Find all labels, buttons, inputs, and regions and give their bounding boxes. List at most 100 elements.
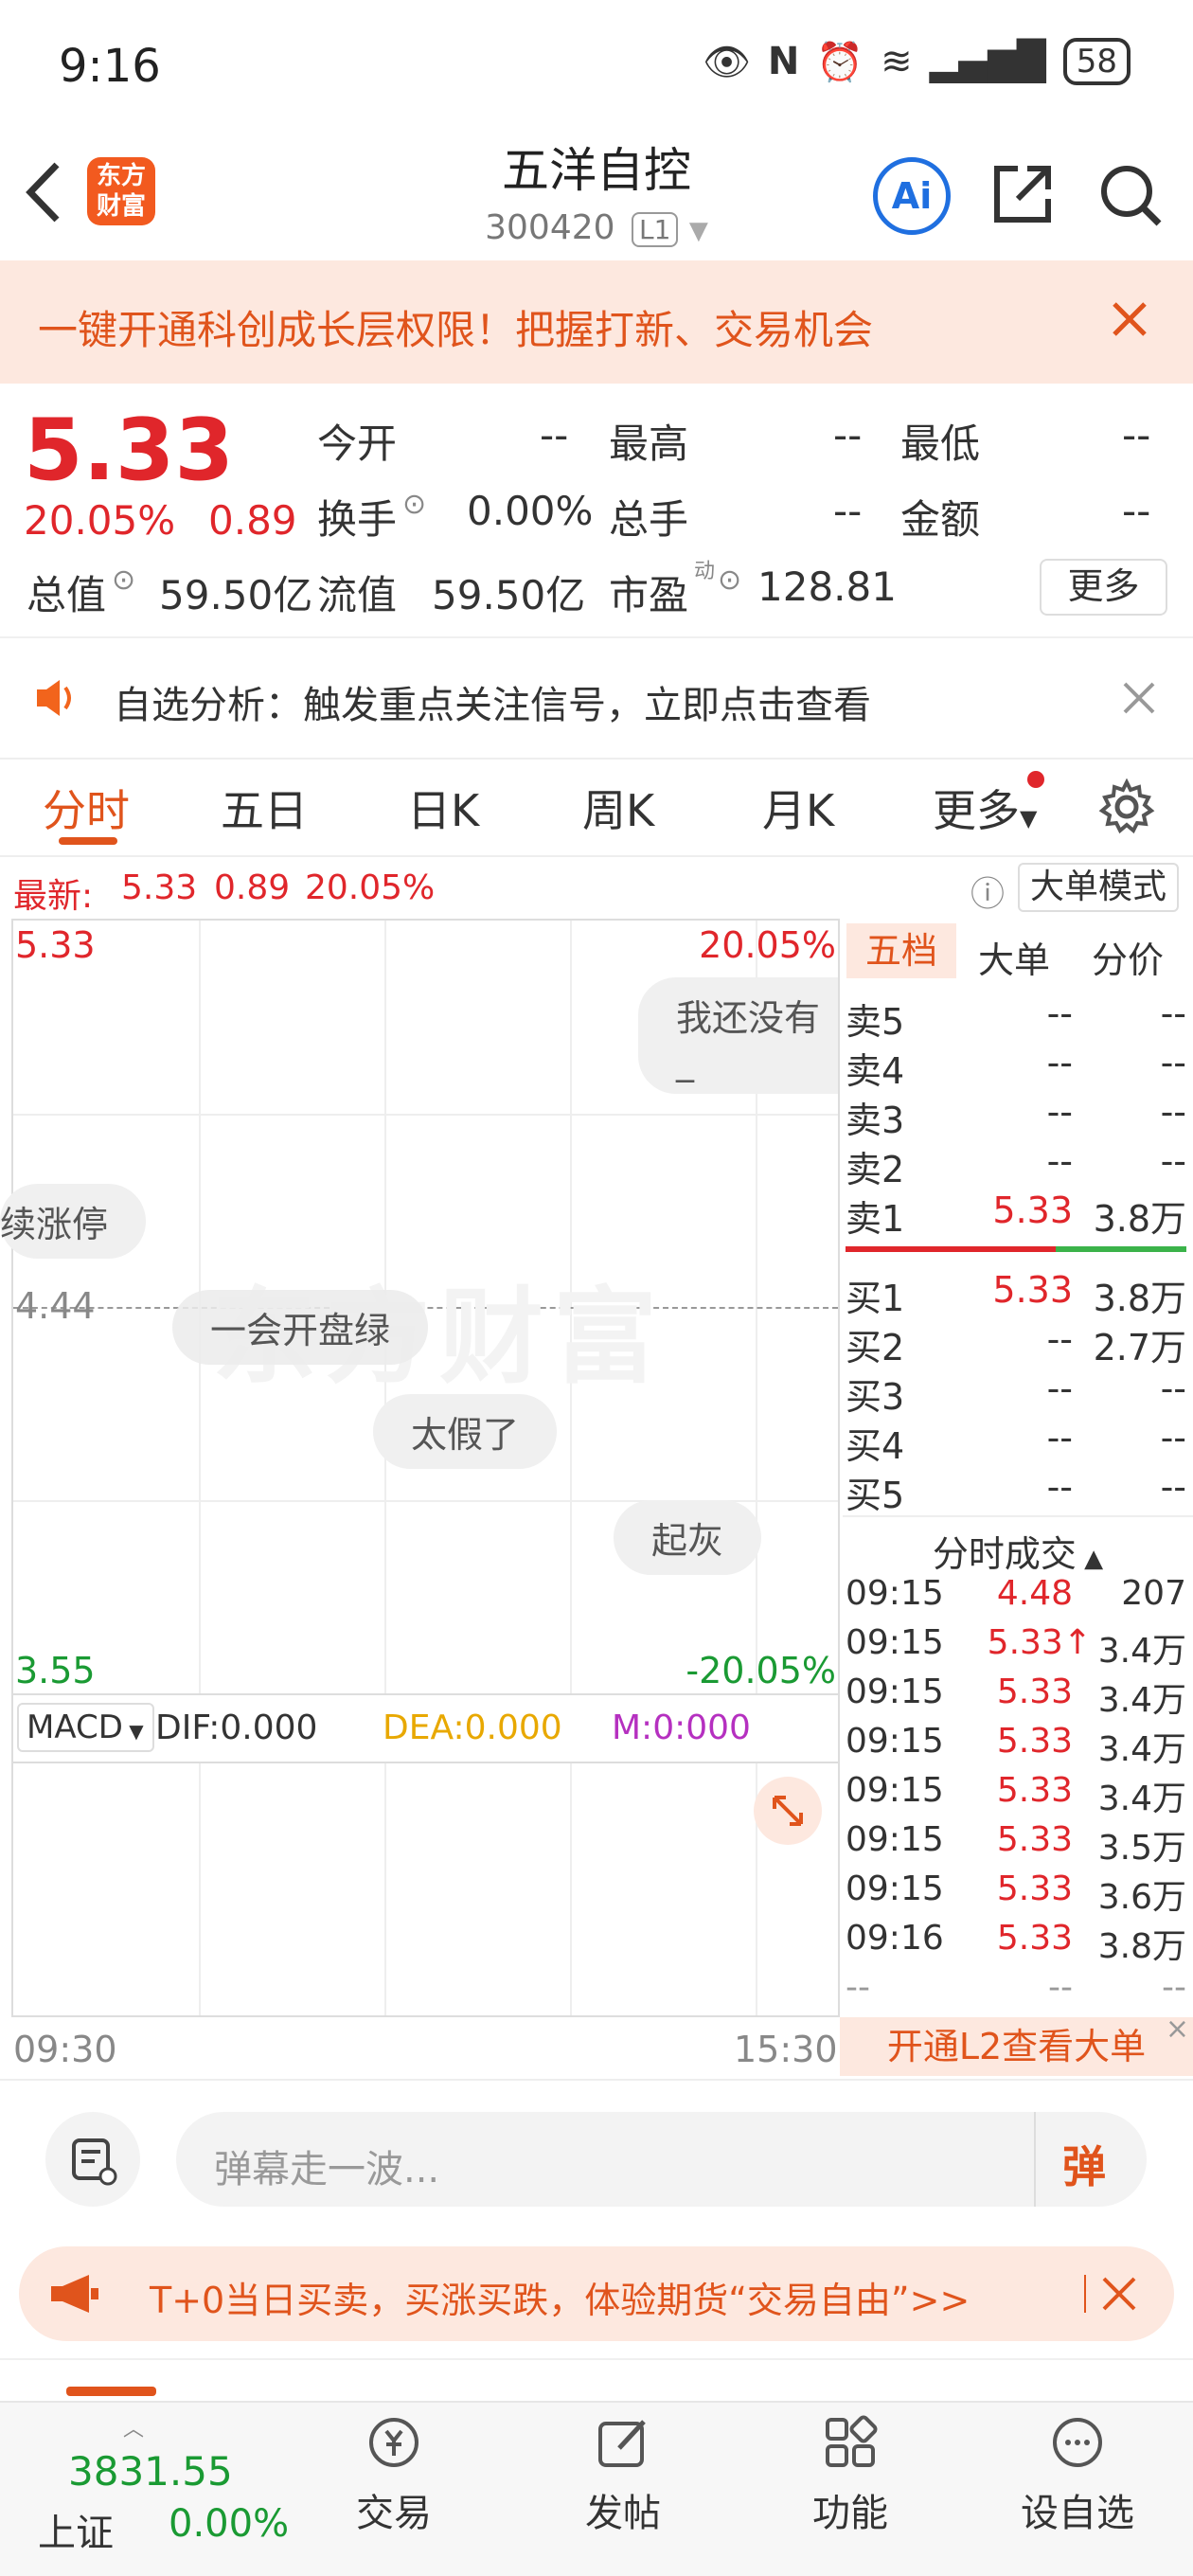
analysis-notice[interactable]: 自选分析：触发重点关注信号，立即点击查看 (0, 636, 1193, 758)
comment-bar: 弹幕走一波... 弹 (0, 2079, 1193, 2240)
triangle-up-icon: ▲ (1076, 1545, 1104, 1573)
tab-five-day[interactable]: 五日 (221, 777, 308, 839)
l2-promo-button[interactable]: 开通L2查看大单 × (840, 2012, 1193, 2076)
nav-add-watchlist[interactable]: 设自选 (1002, 2412, 1153, 2537)
quote-panel: 5.33 20.05% 0.89 今开 -- 最高 -- 最低 -- 换手 ⊙ … (0, 384, 1193, 635)
nfc-icon: N (767, 40, 800, 83)
orderbook-tabs: 五档 大单 分价 (843, 923, 1193, 983)
info-icon[interactable]: ⊙ (718, 564, 741, 597)
speaker-icon (33, 676, 80, 720)
eye-icon: 👁 (703, 40, 751, 84)
danmaku-bubble: 起灰 (614, 1500, 762, 1575)
index-widget[interactable]: ︿ 3831.55 上证 0.00% (19, 2412, 289, 2573)
ticks-title[interactable]: 分时成交 ▲ (843, 1515, 1193, 1577)
close-icon[interactable] (1100, 2275, 1138, 2313)
status-bar: 9:16 👁 N ⏰ ≋ ▂▄▆█ 58 (0, 0, 1193, 133)
mid-price-label: 4.44 (15, 1285, 96, 1327)
tab-big-order[interactable]: 大单 (978, 931, 1050, 983)
danmaku-bubble: 太假了 (373, 1394, 558, 1469)
chart-info-row: 最新: 5.33 0.89 20.05% ⓘ 大单模式 (0, 857, 1193, 919)
danmaku-bubble: 我还没有_ (638, 977, 838, 1094)
more-button[interactable]: 更多 (1040, 559, 1167, 616)
close-icon[interactable]: × (1166, 2000, 1189, 2059)
permission-banner[interactable]: 一键开通科创成长层权限！把握打新、交易机会 (0, 260, 1193, 384)
wifi-icon: ≋ (881, 40, 913, 83)
tab-price-split[interactable]: 分价 (1092, 931, 1164, 983)
signal-icon: ▂▄▆█ (929, 40, 1046, 83)
clock: 9:16 (59, 40, 161, 93)
sell-row: 卖1 5.33 3.8万 (846, 1190, 1186, 1240)
tick-row: 09:15 5.33 3.4万 (846, 1722, 1186, 1769)
info-icon[interactable]: ⊙ (402, 488, 426, 521)
help-icon[interactable]: ⓘ (970, 867, 1005, 916)
buy-row: 买4 -- -- (846, 1417, 1186, 1467)
tab-intraday[interactable]: 分时 (43, 777, 130, 839)
ai-button[interactable]: Ai (873, 157, 951, 235)
chevron-down-icon: ▼ (122, 1720, 144, 1743)
grid-icon (826, 2415, 878, 2467)
tab-five-level[interactable]: 五档 (846, 923, 956, 978)
nav-functions[interactable]: 功能 (775, 2412, 926, 2537)
buy-row: 买5 -- -- (846, 1466, 1186, 1516)
tab-weekly-k[interactable]: 周K (582, 777, 654, 839)
more-dots-icon (1053, 2418, 1102, 2467)
sell-row: 卖5 -- -- (846, 993, 1186, 1043)
info-tab-strip (0, 2358, 1193, 2401)
tab-active-indicator (59, 837, 117, 845)
share-icon[interactable] (989, 161, 1056, 227)
nav-trade[interactable]: 交易 (318, 2412, 470, 2537)
tick-row: 09:16 5.33 3.8万 (846, 1919, 1186, 1966)
tab-more[interactable]: 更多▼ (933, 777, 1037, 839)
buy-row: 买2 -- 2.7万 (846, 1318, 1186, 1368)
sell-row: 卖4 -- -- (846, 1042, 1186, 1092)
tick-row: 09:15 4.48 207 (846, 1574, 1186, 1613)
buy-sell-ratio-bar (846, 1246, 1186, 1252)
tick-row: 09:15 5.33 3.4万 (846, 1771, 1186, 1818)
send-danmaku-button[interactable]: 弹 (1062, 2133, 1106, 2195)
last-price: 5.33 (24, 401, 235, 500)
chevron-down-icon: ▼ (688, 217, 708, 245)
futures-promo[interactable]: T+0当日买卖，买涨买跌，体验期货“交易自由”>> (19, 2246, 1174, 2341)
change-pct: 20.05% (24, 497, 176, 544)
tick-row: 09:15 5.33 3.5万 (846, 1820, 1186, 1868)
tick-row: 09:15 5.33↑ 3.4万 (846, 1623, 1186, 1671)
buy-row: 买1 5.33 3.8万 (846, 1269, 1186, 1319)
tab-monthly-k[interactable]: 月K (762, 777, 834, 839)
change-value: 0.89 (208, 497, 297, 544)
intraday-chart[interactable]: 东方财富 5.33 20.05% 4.44 3.55 -20.05% 我还没有_… (0, 919, 840, 1695)
megaphone-icon (47, 2273, 100, 2315)
battery-icon: 58 (1062, 38, 1131, 85)
tick-row: -- -- -- (846, 1968, 1186, 2007)
info-icon[interactable]: ⊙ (112, 564, 135, 597)
alarm-icon: ⏰ (816, 40, 864, 84)
danmaku-input[interactable]: 弹幕走一波... 弹 (176, 2112, 1147, 2207)
close-icon[interactable] (1109, 298, 1150, 340)
chevron-up-icon: ︿ (123, 2418, 145, 2442)
end-time: 15:30 (734, 2029, 838, 2070)
tick-row: 09:15 5.33 3.4万 (846, 1673, 1186, 1720)
sell-row: 卖3 -- -- (846, 1091, 1186, 1141)
tick-row: 09:15 5.33 3.6万 (846, 1869, 1186, 1917)
buy-row: 买3 -- -- (846, 1368, 1186, 1418)
level-badge: L1 (632, 212, 679, 247)
chevron-down-icon: ▼ (1020, 805, 1038, 832)
indicator-selector[interactable]: MACD ▼ (17, 1703, 154, 1752)
bottom-pct-label: -20.05% (686, 1650, 836, 1691)
settings-gear-icon[interactable] (1098, 778, 1155, 835)
close-icon[interactable] (1121, 680, 1157, 716)
macd-chart[interactable] (11, 1762, 840, 2017)
tab-daily-k[interactable]: 日K (407, 777, 479, 839)
yuan-trade-icon (369, 2418, 418, 2467)
bottom-nav: ︿ 3831.55 上证 0.00% 交易 发帖 功能 设自选 (0, 2401, 1193, 2576)
bottom-price-label: 3.55 (15, 1650, 96, 1691)
danmaku-settings-icon[interactable] (45, 2112, 140, 2207)
danmaku-bubble: 续涨停 (0, 1184, 147, 1259)
sell-row: 卖2 -- -- (846, 1140, 1186, 1190)
big-order-mode-button[interactable]: 大单模式 (1018, 863, 1179, 912)
top-pct-label: 20.05% (699, 924, 836, 966)
expand-icon[interactable] (754, 1777, 822, 1845)
search-icon[interactable] (1096, 161, 1165, 229)
nav-post[interactable]: 发帖 (547, 2412, 699, 2537)
stock-header: 东方财富 五洋自控 300420 L1 ▼ Ai (0, 133, 1193, 260)
danmaku-bubble: 一会开盘绿 (172, 1290, 429, 1365)
